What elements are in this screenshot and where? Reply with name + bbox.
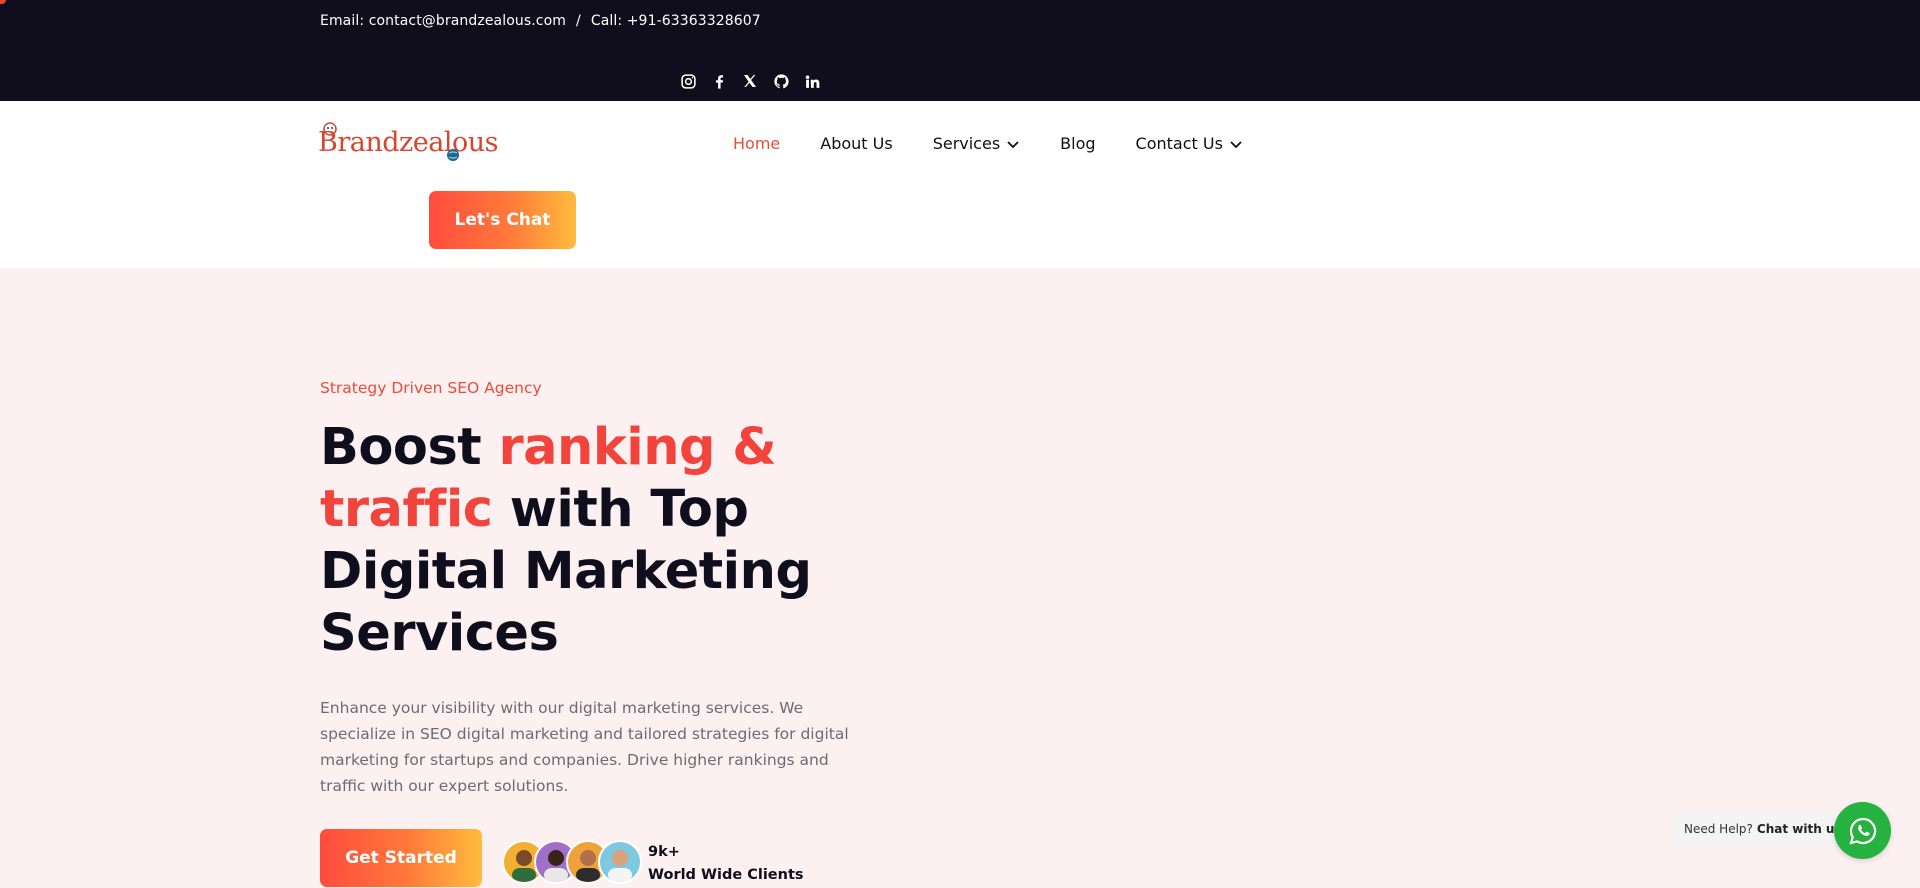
contact-info: Email: contact@brandzealous.com / Call: +9… xyxy=(320,13,761,29)
nav-home[interactable]: Home xyxy=(733,134,780,153)
logo-mascot-icon xyxy=(323,122,337,136)
hero-section: Strategy Driven SEO Agency Boost ranking… xyxy=(0,268,1920,888)
client-avatars xyxy=(502,840,642,886)
brand-logo[interactable]: Brandzealous xyxy=(318,122,498,161)
facebook-icon[interactable] xyxy=(710,72,728,90)
help-prefix: Need Help? xyxy=(1684,822,1753,836)
hero-description: Enhance your visibility with our digital… xyxy=(320,699,849,795)
nav-contact-us[interactable]: Contact Us xyxy=(1136,134,1243,153)
avatar xyxy=(598,840,642,884)
get-started-button[interactable]: Get Started xyxy=(320,829,482,887)
contact-separator: / xyxy=(576,13,581,29)
nav-services[interactable]: Services xyxy=(933,134,1020,153)
clients-count: 9k+ xyxy=(648,844,680,860)
chevron-down-icon xyxy=(1230,140,1242,148)
lets-chat-button[interactable]: Let's Chat xyxy=(429,191,576,249)
main-nav: Home About Us Services Blog Contact Us xyxy=(733,134,1243,153)
social-links xyxy=(679,72,821,90)
nav-about-label: About Us xyxy=(820,134,893,153)
hero-eyebrow: Strategy Driven SEO Agency xyxy=(320,379,542,397)
clients-stat: 9k+ World Wide Clients xyxy=(648,841,804,887)
help-link: Chat with us xyxy=(1756,822,1842,836)
clients-label: World Wide Clients xyxy=(648,867,804,883)
top-bar: Email: contact@brandzealous.com / Call: +9… xyxy=(0,0,1920,101)
nav-home-label: Home xyxy=(733,134,781,153)
hero-headline: Boost ranking & traffic with Top Digital… xyxy=(320,417,820,665)
headline-part1: Boost xyxy=(320,418,499,477)
help-chat-label[interactable]: Need Help? Chat with us xyxy=(1672,812,1854,846)
nav-services-label: Services xyxy=(932,134,1001,153)
nav-contact-label: Contact Us xyxy=(1135,134,1223,153)
nav-blog[interactable]: Blog xyxy=(1060,134,1095,153)
x-twitter-icon[interactable] xyxy=(741,72,759,90)
email-link[interactable]: Email: contact@brandzealous.com xyxy=(320,13,566,29)
logo-globe-icon xyxy=(447,149,459,161)
whatsapp-icon xyxy=(1848,817,1876,845)
nav-about-us[interactable]: About Us xyxy=(820,134,892,153)
corner-accent xyxy=(0,0,6,4)
chevron-down-icon xyxy=(1007,140,1019,148)
main-header: Brandzealous Home About Us Services Blog… xyxy=(0,101,1920,268)
phone-link[interactable]: Call: +91-63363328607 xyxy=(591,13,761,29)
linkedin-icon[interactable] xyxy=(803,72,821,90)
nav-blog-label: Blog xyxy=(1060,134,1096,153)
github-icon[interactable] xyxy=(772,72,790,90)
instagram-icon[interactable] xyxy=(679,72,697,90)
logo-text: Brandzealous xyxy=(318,127,498,158)
whatsapp-button[interactable] xyxy=(1834,802,1891,859)
